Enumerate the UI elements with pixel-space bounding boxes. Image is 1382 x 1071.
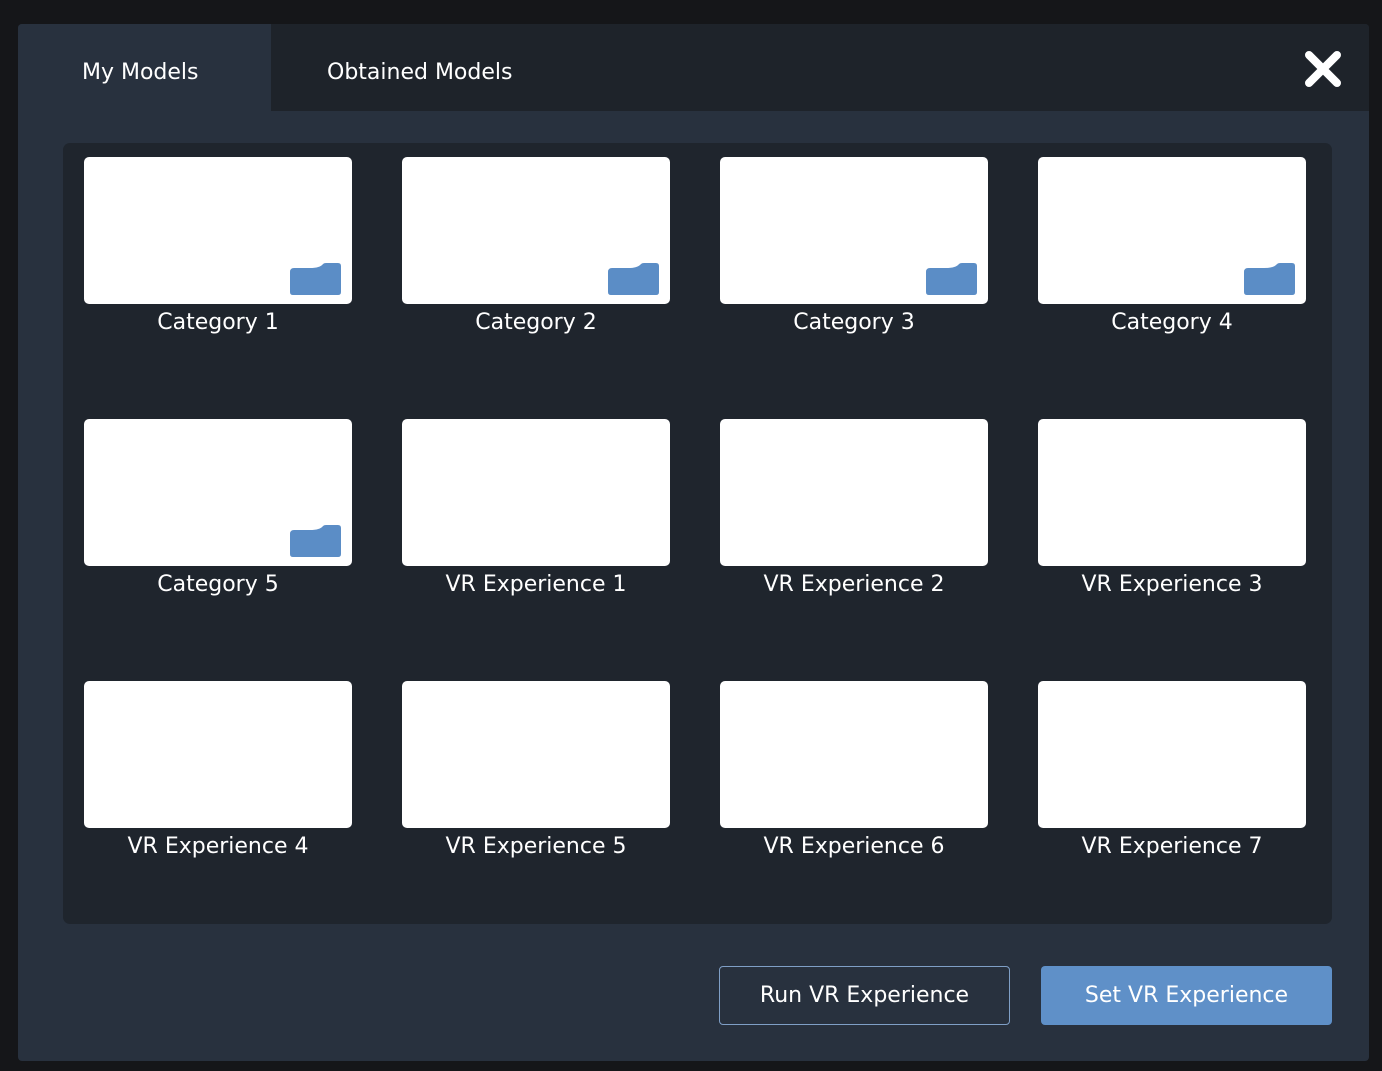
- close-icon[interactable]: [1304, 50, 1342, 88]
- card-label: Category 5: [157, 572, 279, 597]
- vr-experience-card[interactable]: VR Experience 4: [84, 681, 352, 871]
- card-label: Category 3: [793, 310, 915, 335]
- tab-bar: My Models Obtained Models: [18, 24, 1369, 111]
- category-card[interactable]: Category 3: [720, 157, 988, 347]
- card-label: Category 4: [1111, 310, 1233, 335]
- card-label: VR Experience 7: [1081, 834, 1263, 859]
- thumbnail: [84, 157, 352, 304]
- thumbnail: [402, 681, 670, 828]
- card-label: VR Experience 6: [763, 834, 945, 859]
- category-card[interactable]: Category 1: [84, 157, 352, 347]
- thumbnail: [402, 157, 670, 304]
- thumbnail: [84, 419, 352, 566]
- thumbnail: [720, 157, 988, 304]
- thumbnail: [84, 681, 352, 828]
- vr-experience-card[interactable]: VR Experience 6: [720, 681, 988, 871]
- vr-experience-card[interactable]: VR Experience 1: [402, 419, 670, 609]
- vr-experience-card[interactable]: VR Experience 7: [1038, 681, 1306, 871]
- thumbnail: [720, 419, 988, 566]
- thumbnail: [720, 681, 988, 828]
- card-label: VR Experience 2: [763, 572, 945, 597]
- folder-icon: [926, 263, 977, 295]
- thumbnail: [1038, 419, 1306, 566]
- category-card[interactable]: Category 2: [402, 157, 670, 347]
- thumbnail: [1038, 157, 1306, 304]
- card-label: VR Experience 5: [445, 834, 627, 859]
- card-label: VR Experience 3: [1081, 572, 1263, 597]
- card-label: Category 2: [475, 310, 597, 335]
- thumbnail: [1038, 681, 1306, 828]
- card-label: Category 1: [157, 310, 279, 335]
- tab-my-models[interactable]: My Models: [18, 24, 271, 111]
- vr-experience-card[interactable]: VR Experience 5: [402, 681, 670, 871]
- models-grid: Category 1 Category 2 Category 3 Category 4…: [63, 143, 1332, 924]
- vr-experience-card[interactable]: VR Experience 2: [720, 419, 988, 609]
- thumbnail: [402, 419, 670, 566]
- folder-icon: [290, 525, 341, 557]
- card-label: VR Experience 4: [127, 834, 309, 859]
- vr-experience-card[interactable]: VR Experience 3: [1038, 419, 1306, 609]
- category-card[interactable]: Category 5: [84, 419, 352, 609]
- category-card[interactable]: Category 4: [1038, 157, 1306, 347]
- set-vr-experience-button[interactable]: Set VR Experience: [1041, 966, 1332, 1025]
- models-dialog: My Models Obtained Models Category 1 Cate…: [18, 24, 1369, 1061]
- folder-icon: [608, 263, 659, 295]
- run-vr-experience-button[interactable]: Run VR Experience: [719, 966, 1010, 1025]
- tab-obtained-models[interactable]: Obtained Models: [327, 24, 512, 111]
- card-label: VR Experience 1: [445, 572, 627, 597]
- folder-icon: [290, 263, 341, 295]
- folder-icon: [1244, 263, 1295, 295]
